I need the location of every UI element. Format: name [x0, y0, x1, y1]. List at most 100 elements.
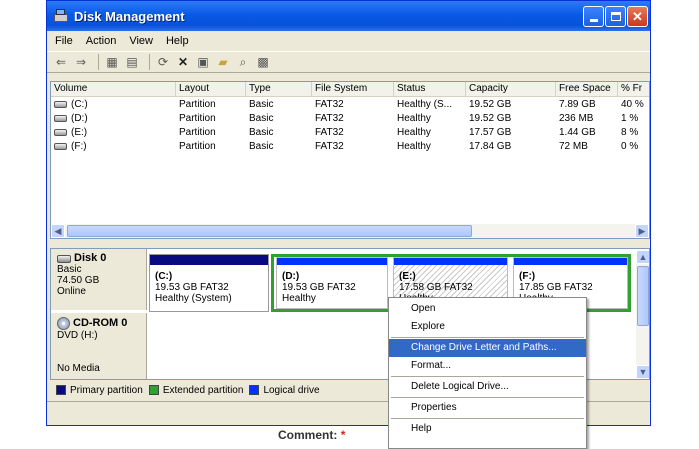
percent-free-cell: 8 %	[621, 127, 639, 138]
partition-name: (E:)	[399, 271, 416, 282]
menu-file[interactable]: File	[55, 35, 73, 47]
menu-view[interactable]: View	[129, 35, 153, 47]
disk0-label[interactable]: Disk 0 Basic 74.50 GB Online	[51, 249, 147, 310]
layout-cell: Partition	[179, 127, 216, 138]
column-status[interactable]: Status	[394, 82, 466, 97]
menu-change-drive-letter[interactable]: Change Drive Letter and Paths...	[389, 339, 586, 357]
cdrom-drive: DVD (H:)	[57, 330, 98, 341]
capacity-cell: 19.52 GB	[469, 113, 512, 124]
menu-explore[interactable]: Explore	[389, 318, 586, 336]
column-percent-free[interactable]: % Fr	[618, 82, 649, 97]
layout-cell: Partition	[179, 113, 216, 124]
column-type[interactable]: Type	[246, 82, 312, 97]
drive-icon	[54, 143, 67, 150]
partition-name: (F:)	[519, 271, 536, 282]
help-icon[interactable]: ▩	[255, 54, 271, 70]
primary-partition-swatch	[56, 385, 66, 395]
close-button[interactable]: ✕	[627, 6, 648, 27]
context-menu: Open Explore Change Drive Letter and Pat…	[388, 297, 587, 449]
table-row[interactable]: (C:) Partition Basic FAT32 Healthy (S...…	[51, 98, 649, 111]
cdrom-media: No Media	[57, 363, 100, 374]
new-icon[interactable]: ▣	[195, 54, 211, 70]
table-row[interactable]: (D:) Partition Basic FAT32 Healthy 19.52…	[51, 112, 649, 125]
disk-size: 74.50 GB	[57, 275, 100, 286]
disk-name: Disk 0	[74, 252, 107, 264]
required-mark: *	[340, 428, 346, 442]
scroll-thumb[interactable]	[67, 225, 472, 237]
cdrom-label[interactable]: CD-ROM 0 DVD (H:) No Media	[51, 313, 147, 379]
free-space-cell: 1.44 GB	[559, 127, 596, 138]
menu-separator	[391, 376, 584, 377]
scroll-up-icon[interactable]: ▲	[636, 250, 649, 264]
capacity-cell: 19.52 GB	[469, 99, 512, 110]
back-arrow-icon[interactable]: ⇐	[53, 54, 69, 70]
menu-action[interactable]: Action	[86, 35, 117, 47]
table-row[interactable]: (E:) Partition Basic FAT32 Healthy 17.57…	[51, 126, 649, 139]
console-tree-icon[interactable]: ▦	[104, 54, 120, 70]
percent-free-cell: 0 %	[621, 141, 639, 152]
partition-size: 19.53 GB FAT32	[155, 282, 229, 293]
partition-size: 19.53 GB FAT32	[282, 282, 356, 293]
volume-cell: (E:)	[51, 126, 176, 139]
volume-list: Volume Layout Type File System Status Ca…	[50, 81, 650, 239]
disk-type: Basic	[57, 264, 82, 275]
partition-name: (D:)	[282, 271, 300, 282]
volume-cell: (F:)	[51, 140, 176, 153]
file-system-cell: FAT32	[315, 99, 344, 110]
column-capacity[interactable]: Capacity	[466, 82, 556, 97]
file-system-cell: FAT32	[315, 113, 344, 124]
toolbar-separator	[149, 54, 150, 70]
menu-open[interactable]: Open	[389, 300, 586, 318]
scroll-left-icon[interactable]: ◀	[51, 224, 65, 238]
open-folder-icon[interactable]: ▰	[215, 54, 231, 70]
scroll-down-icon[interactable]: ▼	[636, 365, 649, 379]
partition-status: Healthy (System)	[155, 293, 232, 304]
menu-properties[interactable]: Properties	[389, 399, 586, 417]
column-file-system[interactable]: File System	[312, 82, 394, 97]
partition-c[interactable]: (C:) 19.53 GB FAT32 Healthy (System)	[149, 254, 269, 312]
vertical-scrollbar[interactable]: ▲ ▼	[636, 250, 649, 379]
partition-d[interactable]: (D:) 19.53 GB FAT32 Healthy	[276, 257, 388, 309]
title-bar[interactable]: Disk Management ✕	[47, 1, 650, 31]
menu-format[interactable]: Format...	[389, 357, 586, 375]
hard-disk-icon	[57, 254, 71, 263]
capacity-cell: 17.84 GB	[469, 141, 512, 152]
column-layout[interactable]: Layout	[176, 82, 246, 97]
logical-drive-swatch	[249, 385, 260, 395]
search-icon[interactable]: ⌕	[235, 54, 251, 70]
menu-help-item[interactable]: Help	[389, 420, 586, 438]
cdrom-name: CD-ROM 0	[73, 317, 128, 329]
horizontal-scrollbar[interactable]: ◀ ▶	[51, 224, 649, 238]
file-system-cell: FAT32	[315, 141, 344, 152]
type-cell: Basic	[249, 127, 274, 138]
table-row[interactable]: (F:) Partition Basic FAT32 Healthy 17.84…	[51, 140, 649, 153]
percent-free-cell: 1 %	[621, 113, 639, 124]
toolbar-separator	[98, 54, 99, 70]
forward-arrow-icon[interactable]: ⇒	[73, 54, 89, 70]
drive-icon	[54, 115, 67, 122]
menu-delete-logical-drive[interactable]: Delete Logical Drive...	[389, 378, 586, 396]
scroll-right-icon[interactable]: ▶	[635, 224, 649, 238]
partition-size: 17.58 GB FAT32	[399, 282, 473, 293]
percent-free-cell: 40 %	[621, 99, 644, 110]
refresh-icon[interactable]: ⟳	[155, 54, 171, 70]
status-cell: Healthy	[397, 127, 431, 138]
legend-extended: Extended partition	[162, 384, 244, 396]
column-free-space[interactable]: Free Space	[556, 82, 618, 97]
partition-status: Healthy	[282, 293, 316, 304]
type-cell: Basic	[249, 99, 274, 110]
properties-icon[interactable]: ▤	[124, 54, 140, 70]
cd-rom-icon	[57, 317, 70, 330]
minimize-button[interactable]	[583, 6, 604, 27]
menu-help[interactable]: Help	[166, 35, 189, 47]
comment-label: Comment: *	[278, 428, 346, 442]
volume-cell: (C:)	[51, 98, 176, 111]
delete-icon[interactable]: ✕	[175, 54, 191, 70]
drive-icon	[54, 101, 67, 108]
partition-size: 17.85 GB FAT32	[519, 282, 593, 293]
scroll-thumb[interactable]	[637, 266, 649, 326]
column-volume[interactable]: Volume	[51, 82, 176, 97]
type-cell: Basic	[249, 113, 274, 124]
maximize-button[interactable]	[605, 6, 626, 27]
capacity-cell: 17.57 GB	[469, 127, 512, 138]
